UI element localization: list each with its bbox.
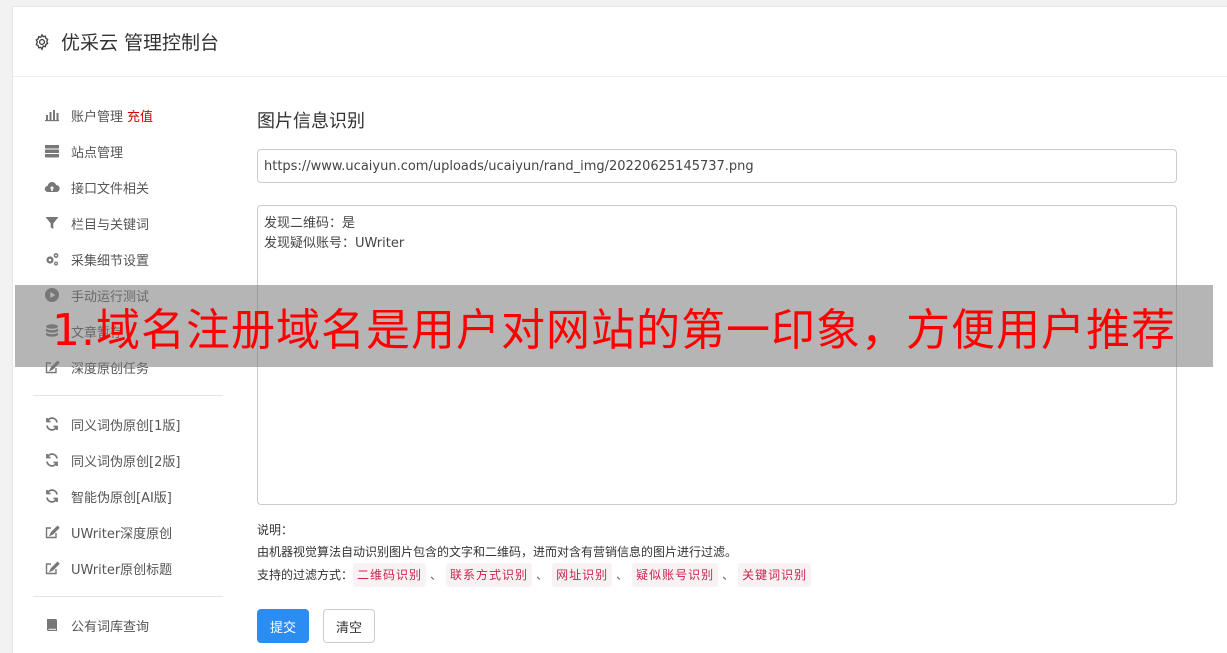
desc-line: 由机器视觉算法自动识别图片包含的文字和二维码，进而对含有营销信息的图片进行过滤。	[257, 545, 738, 559]
filter-tag: 二维码识别	[353, 563, 427, 587]
filter-icon	[43, 214, 61, 232]
sidebar-item-label: 站点管理	[71, 145, 124, 161]
caption-text: 1.域名注册域名是用户对网站的第一印象，方便用户推荐	[52, 305, 1176, 356]
sidebar-item-label: 智能伪原创[AI版]	[71, 490, 172, 506]
sidebar-item-label: 同义词伪原创[2版]	[71, 454, 181, 470]
button-row: 提交 清空	[257, 609, 1177, 643]
refresh-icon	[43, 451, 61, 469]
edit-icon	[43, 559, 61, 577]
server-icon	[43, 142, 61, 160]
recharge-link[interactable]: 充值	[127, 106, 153, 125]
section-title: 图片信息识别	[257, 111, 365, 132]
bar-chart-icon	[43, 106, 61, 124]
description: 说明： 由机器视觉算法自动识别图片包含的文字和二维码，进而对含有营销信息的图片进…	[257, 519, 1177, 587]
filter-methods: 支持的过滤方式： 二维码识别、联系方式识别、网址识别、疑似账号识别、关键词识别	[257, 563, 1177, 587]
filter-tag: 关键词识别	[738, 563, 812, 587]
refresh-icon	[43, 487, 61, 505]
sidebar-item-label: UWriter深度原创	[71, 526, 173, 542]
sidebar-item[interactable]: 账户管理 充值	[33, 97, 223, 133]
sidebar: 账户管理充值站点管理接口文件相关栏目与关键词采集细节设置手动运行测试文章暂存深度…	[33, 97, 223, 643]
header: 优采云 管理控制台	[13, 7, 1227, 77]
sidebar-item[interactable]: UWriter原创标题	[33, 550, 223, 586]
sidebar-divider	[33, 596, 223, 597]
sidebar-item-label: 栏目与关键词	[71, 217, 150, 233]
sidebar-item[interactable]: 采集细节设置	[33, 241, 223, 277]
sidebar-item-label: 采集细节设置	[71, 253, 150, 269]
filter-separator: 、	[536, 568, 549, 582]
filter-tag: 联系方式识别	[446, 563, 533, 587]
sidebar-item[interactable]: 接口文件相关	[33, 169, 223, 205]
gear-icon	[35, 33, 49, 51]
edit-icon	[43, 523, 61, 541]
caption-overlay: 1.域名注册域名是用户对网站的第一印象，方便用户推荐	[15, 285, 1213, 367]
filter-tag: 疑似账号识别	[632, 563, 719, 587]
sidebar-item[interactable]: 同义词伪原创[2版]	[33, 442, 223, 478]
sidebar-item-label: UWriter原创标题	[71, 562, 173, 578]
refresh-icon	[43, 415, 61, 433]
sidebar-item[interactable]: 栏目与关键词	[33, 205, 223, 241]
image-url-input[interactable]	[257, 149, 1177, 183]
clear-button[interactable]: 清空	[323, 609, 376, 643]
filter-separator: 、	[722, 568, 735, 582]
sidebar-divider	[33, 395, 223, 396]
cogs-icon	[43, 250, 61, 268]
main-panel: 图片信息识别 发现二维码：是 发现疑似账号：UWriter 说明： 由机器视觉算…	[257, 107, 1177, 643]
sidebar-item-label: 账户管理	[71, 109, 124, 125]
filter-separator: 、	[616, 568, 629, 582]
filters-label: 支持的过滤方式：	[257, 568, 354, 582]
sidebar-item-label: 接口文件相关	[71, 181, 150, 197]
submit-button[interactable]: 提交	[257, 609, 310, 643]
filter-tag: 网址识别	[552, 563, 613, 587]
sidebar-item[interactable]: 站点管理	[33, 133, 223, 169]
sidebar-item[interactable]: 智能伪原创[AI版]	[33, 478, 223, 514]
book-icon	[43, 616, 61, 634]
sidebar-item[interactable]: UWriter深度原创	[33, 514, 223, 550]
sidebar-item-label: 同义词伪原创[1版]	[71, 418, 181, 434]
sidebar-item[interactable]: 同义词伪原创[1版]	[33, 406, 223, 442]
desc-heading: 说明：	[257, 523, 294, 537]
page-title: 优采云 管理控制台	[61, 32, 220, 54]
sidebar-item-label: 公有词库查询	[71, 619, 150, 635]
filter-separator: 、	[430, 568, 443, 582]
cloud-upload-icon	[43, 178, 61, 196]
sidebar-item[interactable]: 公有词库查询	[33, 607, 223, 643]
